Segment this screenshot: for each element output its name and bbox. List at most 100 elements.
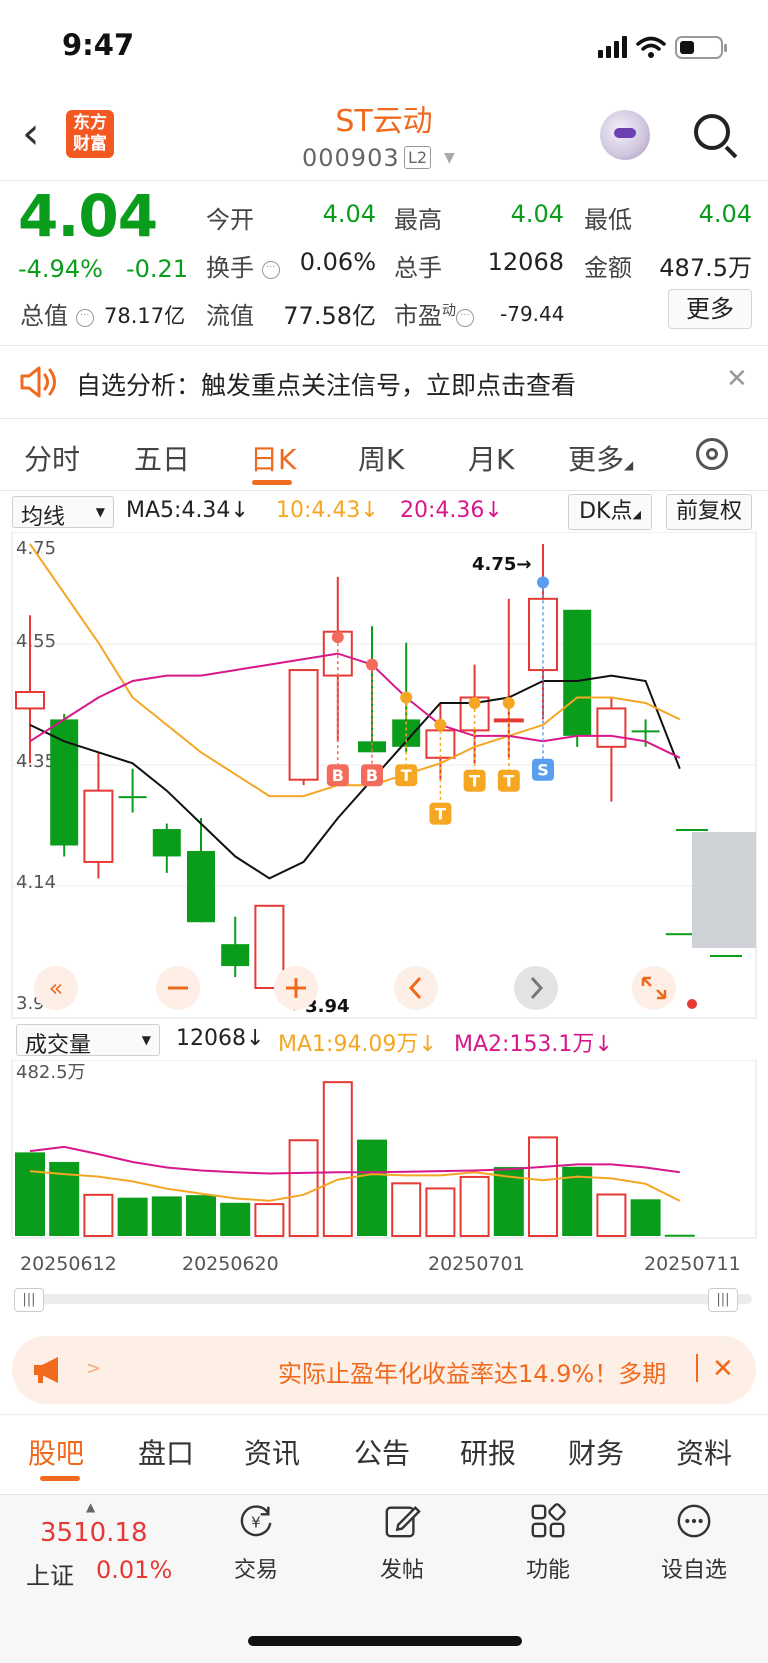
index-value[interactable]: 3510.18	[40, 1518, 148, 1548]
signal-dot	[366, 658, 378, 671]
volume-max-label: 482.5万	[16, 1062, 86, 1083]
tab-orderbook[interactable]: 盘口	[138, 1432, 194, 1472]
tab-forum[interactable]: 股吧	[28, 1432, 84, 1472]
tab-weekly-k[interactable]: 周K	[358, 438, 404, 478]
gear-icon[interactable]	[696, 438, 728, 470]
indicator-select[interactable]: 均线 ▼	[12, 496, 114, 530]
volume-bar	[186, 1195, 216, 1236]
candle-body	[288, 669, 319, 781]
next-button	[514, 966, 558, 1010]
tab-monthly-k[interactable]: 月K	[468, 438, 514, 478]
low-value: 4.04	[698, 200, 752, 228]
volume-bar	[288, 1139, 319, 1237]
amount-value: 487.5万	[659, 254, 752, 282]
volume-bar	[630, 1199, 661, 1236]
add-watchlist-button[interactable]: 设自选	[644, 1502, 744, 1584]
high-value: 4.04	[510, 200, 564, 228]
more-quote-button[interactable]: 更多	[668, 289, 752, 329]
volume-bar	[391, 1182, 422, 1237]
date-label: 20250620	[182, 1253, 279, 1275]
live-dot	[687, 999, 697, 1009]
tab-finance[interactable]: 财务	[568, 1432, 624, 1472]
tab-five-day[interactable]: 五日	[134, 438, 190, 478]
range-track[interactable]	[14, 1294, 752, 1304]
volume-bar	[15, 1152, 45, 1236]
signal-dot	[331, 631, 344, 644]
volume-bar	[83, 1193, 114, 1238]
volume-value: 12068	[487, 248, 564, 276]
tab-announcements[interactable]: 公告	[354, 1432, 410, 1472]
signal-label: S	[537, 761, 549, 780]
close-notice-icon[interactable]: ✕	[726, 364, 748, 394]
stock-code[interactable]: 000903	[302, 144, 400, 172]
tab-intraday[interactable]: 分时	[24, 438, 80, 478]
candle-body	[631, 730, 660, 733]
volume-bar	[357, 1139, 387, 1236]
tab-news[interactable]: 资讯	[244, 1432, 300, 1472]
volume-chart[interactable]: 482.5万 20250612 20250620 20250701 202507…	[0, 1060, 768, 1280]
open-label: 今开	[206, 206, 254, 234]
pe-label: 市盈动 ···	[394, 296, 474, 331]
vol-ma1-legend: MA1:94.09万↓	[278, 1032, 437, 1057]
dk-point-button[interactable]: DK点◢	[568, 494, 652, 530]
range-handle-right[interactable]: |||	[708, 1288, 738, 1312]
tab-daily-k[interactable]: 日K	[250, 438, 296, 478]
fullscreen-button	[632, 966, 676, 1010]
assistant-avatar-icon[interactable]	[600, 110, 650, 160]
mktcap-label: 总值 ···	[20, 296, 94, 331]
speaker-icon	[20, 366, 56, 398]
search-icon[interactable]	[694, 114, 730, 150]
more-dots-icon	[677, 1504, 711, 1538]
volume-indicator-select[interactable]: 成交量 ▼	[16, 1024, 160, 1058]
change-percent: -4.94%	[18, 255, 103, 283]
volume-bar	[220, 1202, 251, 1236]
battery-icon	[675, 36, 727, 59]
functions-button[interactable]: 功能	[498, 1502, 598, 1584]
stock-name: ST云动	[335, 104, 433, 139]
signal-dot	[502, 696, 515, 709]
prev-button	[394, 966, 438, 1010]
kline-frame	[11, 532, 757, 1019]
ma5-legend: MA5:4.34↓	[126, 498, 249, 523]
y-tick-label: 4.35	[16, 751, 56, 772]
caret-down-icon[interactable]: ▼	[444, 150, 455, 166]
ma20-legend: 20:4.36↓	[400, 498, 503, 523]
tab-research[interactable]: 研报	[460, 1432, 516, 1472]
volume-bar	[528, 1136, 558, 1237]
vol-ma2-legend: MA2:153.1万↓	[454, 1032, 613, 1057]
info-dots-icon: ···	[261, 261, 280, 279]
info-dots-icon: ···	[75, 309, 94, 327]
promo-text[interactable]: 实际止盈年化收益率达14.9%！多期	[278, 1354, 666, 1389]
level2-badge[interactable]: L2	[404, 146, 432, 169]
max-price-marker: 4.75→	[472, 554, 532, 575]
notice-text[interactable]: 自选分析：触发重点关注信号，立即点击查看	[76, 366, 576, 402]
y-tick-label: 4.14	[16, 872, 56, 893]
candle-body	[50, 719, 79, 846]
high-label: 最高	[394, 206, 442, 234]
trade-button[interactable]: ¥ 交易	[206, 1502, 306, 1584]
volume-label: 总手	[394, 254, 442, 282]
status-icons	[598, 36, 727, 59]
signal-dot	[434, 718, 447, 731]
tab-profile[interactable]: 资料	[676, 1432, 732, 1472]
candle-body	[187, 850, 215, 923]
kline-chart[interactable]: 4.75 4.55 4.35 4.14 3.94 BBTTTTS 4.75→ ←…	[0, 532, 768, 1020]
signal-label: B	[332, 766, 344, 785]
restore-adjust-button[interactable]: 前复权	[666, 494, 752, 530]
index-change[interactable]: 0.01%	[96, 1556, 172, 1584]
double-left-icon: «	[49, 974, 64, 1002]
chart-controls: «	[34, 966, 697, 1010]
close-banner-icon[interactable]: ✕	[712, 1354, 734, 1384]
index-name[interactable]: 上证	[26, 1556, 74, 1591]
ma10-legend: 10:4.43↓	[276, 498, 379, 523]
turnover-label: 换手 ···	[206, 248, 280, 283]
info-dots-icon: ···	[456, 309, 474, 327]
range-handle-left[interactable]: |||	[14, 1288, 44, 1312]
tab-more[interactable]: 更多◢	[568, 438, 633, 478]
signal-label: T	[435, 805, 446, 824]
post-button[interactable]: 发帖	[352, 1502, 452, 1584]
candle-body	[152, 829, 181, 857]
home-indicator	[248, 1636, 522, 1646]
status-time: 9:47	[62, 28, 135, 62]
float-value: 77.58亿	[283, 302, 376, 330]
